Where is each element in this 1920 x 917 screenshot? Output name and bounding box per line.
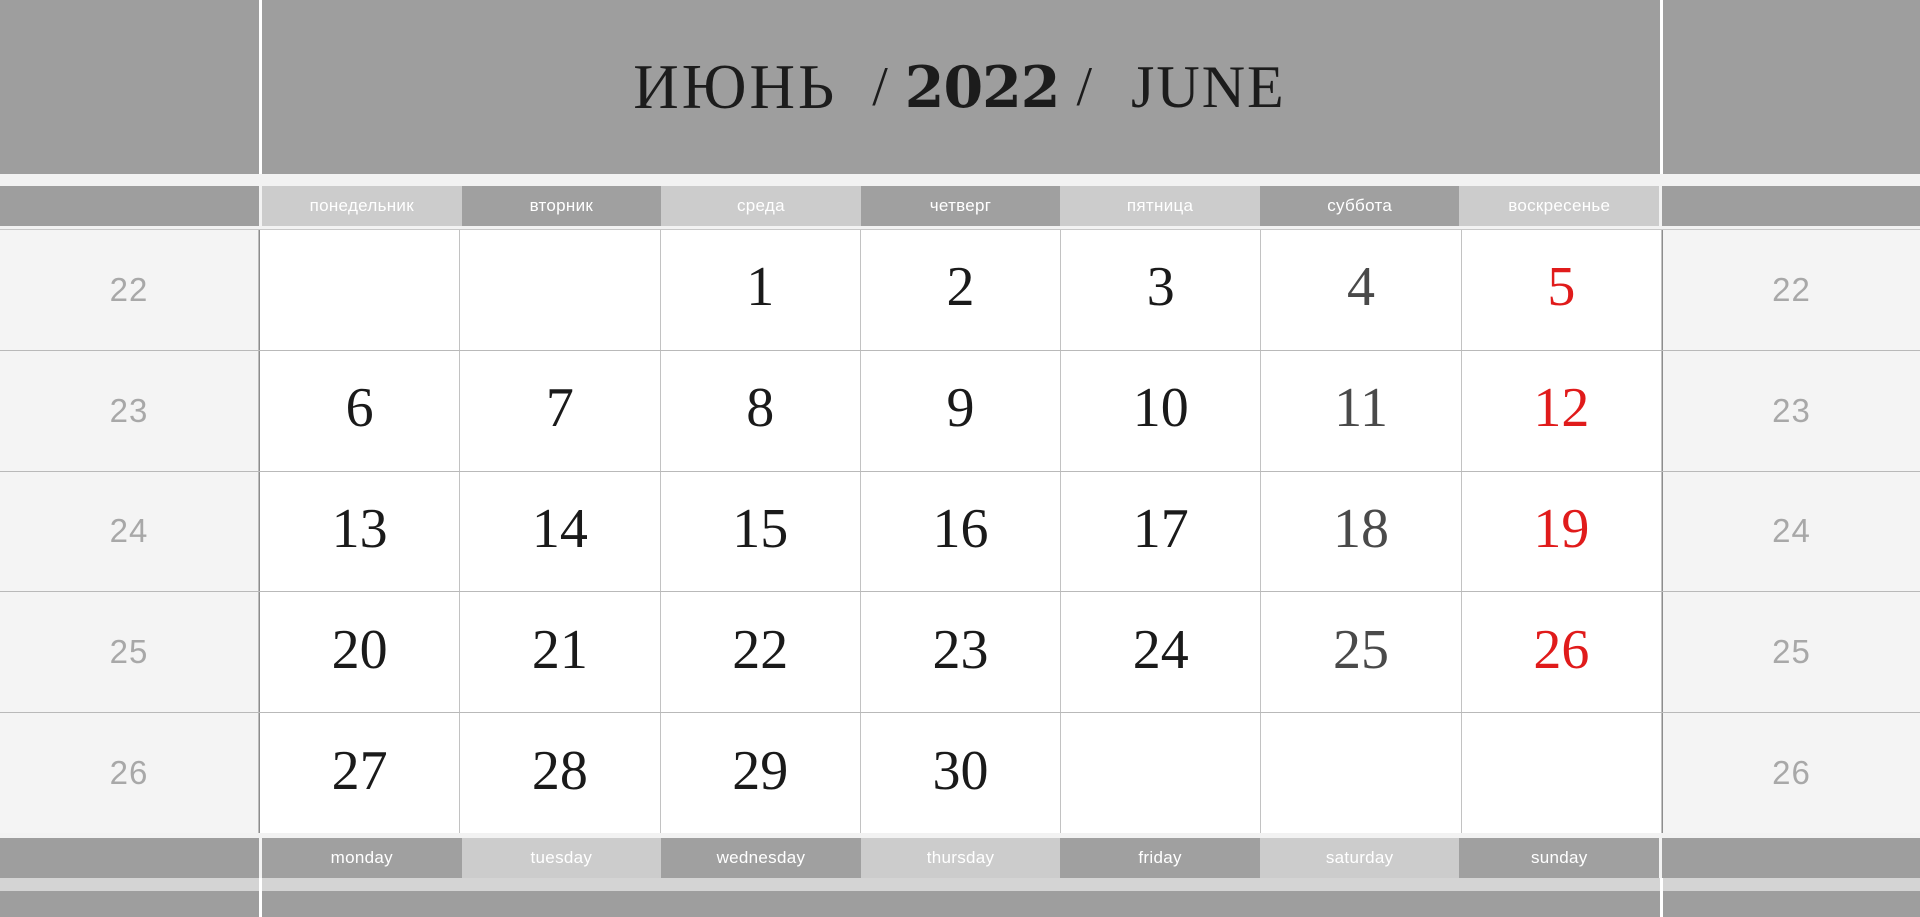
week-number-right: 22	[1661, 230, 1920, 350]
week-number-right: 24	[1661, 471, 1920, 592]
calendar-page: ИЮНЬ / 2022 / JUNE понедельник вторник сре…	[0, 0, 1920, 917]
day-cell-empty	[1260, 713, 1461, 833]
day-cell-6[interactable]: 6	[259, 350, 460, 471]
week-number-left: 26	[0, 713, 259, 833]
weekday-footer-sunday[interactable]: sunday	[1459, 838, 1660, 878]
day-cell-3[interactable]: 3	[1060, 230, 1261, 350]
calendar-week-row: 22 1 2 3 4 5 22	[0, 229, 1920, 350]
day-cell-1[interactable]: 1	[659, 230, 860, 350]
title-strip-divider	[0, 174, 1920, 186]
week-number-left: 23	[0, 350, 259, 471]
week-number-right: 23	[1661, 350, 1920, 471]
day-cell-29[interactable]: 29	[659, 713, 860, 833]
bottom-light-band	[0, 878, 1920, 891]
day-cell-16[interactable]: 16	[859, 471, 1061, 592]
calendar-week-row: 26 27 28 29 30 26	[0, 712, 1920, 833]
page-title: ИЮНЬ / 2022 / JUNE	[259, 0, 1660, 174]
title-band: ИЮНЬ / 2022 / JUNE	[0, 0, 1920, 174]
weekday-footer-wednesday[interactable]: wednesday	[661, 838, 861, 878]
weekday-footer-monday[interactable]: monday	[262, 838, 462, 878]
weekday-band-side-left	[0, 186, 259, 226]
title-divider-right	[1660, 0, 1663, 174]
day-cell-27[interactable]: 27	[259, 713, 460, 833]
day-cell-14[interactable]: 14	[459, 471, 660, 592]
weekday-header-thursday[interactable]: четверг	[860, 186, 1061, 226]
day-cell-22[interactable]: 22	[659, 592, 860, 713]
day-cell-21[interactable]: 21	[459, 592, 660, 713]
weekday-header-sunday[interactable]: воскресенье	[1459, 186, 1660, 226]
weekday-footer-row: monday tuesday wednesday thursday friday satu…	[0, 838, 1920, 878]
title-year: 2022	[904, 53, 1061, 121]
calendar-grid: 22 1 2 3 4 5 22 23 6 7 8 9 10 11 12 23 24 13 14 15 16 17 18 19 2…	[0, 229, 1920, 833]
week-number-left: 22	[0, 230, 259, 350]
day-cell-11[interactable]: 11	[1260, 350, 1461, 471]
weekday-header-saturday[interactable]: суббота	[1259, 186, 1460, 226]
day-cell-2[interactable]: 2	[859, 230, 1061, 350]
day-cell-13[interactable]: 13	[259, 471, 460, 592]
day-cell-15[interactable]: 15	[659, 471, 860, 592]
day-cell-25[interactable]: 25	[1260, 592, 1461, 713]
weekday-header-tuesday[interactable]: вторник	[461, 186, 662, 226]
title-month-en: JUNE	[1131, 53, 1286, 120]
weekday-band-side-left	[0, 838, 259, 878]
bottom-dark-band	[0, 891, 1920, 917]
day-cell-empty	[1460, 713, 1662, 833]
day-cell-28[interactable]: 28	[459, 713, 660, 833]
day-cell-7[interactable]: 7	[459, 350, 660, 471]
day-cell-5[interactable]: 5	[1460, 230, 1662, 350]
weekday-header-row: понедельник вторник среда четверг пятница суб…	[0, 186, 1920, 226]
day-cell-18[interactable]: 18	[1260, 471, 1461, 592]
week-number-right: 25	[1661, 592, 1920, 713]
weekday-header-monday[interactable]: понедельник	[262, 186, 462, 226]
weekday-footer-friday[interactable]: friday	[1060, 838, 1260, 878]
day-cell-12[interactable]: 12	[1460, 350, 1662, 471]
weekday-header-friday[interactable]: пятница	[1060, 186, 1260, 226]
weekday-band-side-right	[1662, 186, 1920, 226]
calendar-week-row: 24 13 14 15 16 17 18 19 24	[0, 470, 1920, 592]
title-month-ru: ИЮНЬ	[633, 51, 838, 122]
day-cell-10[interactable]: 10	[1060, 350, 1261, 471]
day-cell-17[interactable]: 17	[1060, 471, 1261, 592]
weekday-header-wednesday[interactable]: среда	[661, 186, 861, 226]
calendar-week-row: 25 20 21 22 23 24 25 26 25	[0, 591, 1920, 713]
title-separator-left: /	[872, 56, 888, 118]
calendar-week-row: 23 6 7 8 9 10 11 12 23	[0, 349, 1920, 471]
day-cell-9[interactable]: 9	[859, 350, 1061, 471]
weekday-footer-tuesday[interactable]: tuesday	[461, 838, 662, 878]
title-separator-right: /	[1076, 56, 1093, 118]
day-cell-26[interactable]: 26	[1460, 592, 1662, 713]
weekday-footer-saturday[interactable]: saturday	[1259, 838, 1460, 878]
day-cell-23[interactable]: 23	[859, 592, 1061, 713]
week-number-left: 25	[0, 592, 259, 713]
day-cell-20[interactable]: 20	[259, 592, 460, 713]
week-number-left: 24	[0, 471, 259, 592]
bottom-divider-left	[259, 878, 262, 917]
weekday-band-side-right	[1662, 838, 1920, 878]
day-cell-empty	[1060, 713, 1261, 833]
day-cell-empty	[459, 230, 660, 350]
day-cell-19[interactable]: 19	[1460, 471, 1662, 592]
day-cell-8[interactable]: 8	[659, 350, 860, 471]
weekday-footer-thursday[interactable]: thursday	[860, 838, 1061, 878]
day-cell-30[interactable]: 30	[859, 713, 1061, 833]
bottom-divider-right	[1660, 878, 1663, 917]
day-cell-empty	[259, 230, 460, 350]
week-number-right: 26	[1661, 713, 1920, 833]
day-cell-4[interactable]: 4	[1260, 230, 1461, 350]
day-cell-24[interactable]: 24	[1060, 592, 1261, 713]
